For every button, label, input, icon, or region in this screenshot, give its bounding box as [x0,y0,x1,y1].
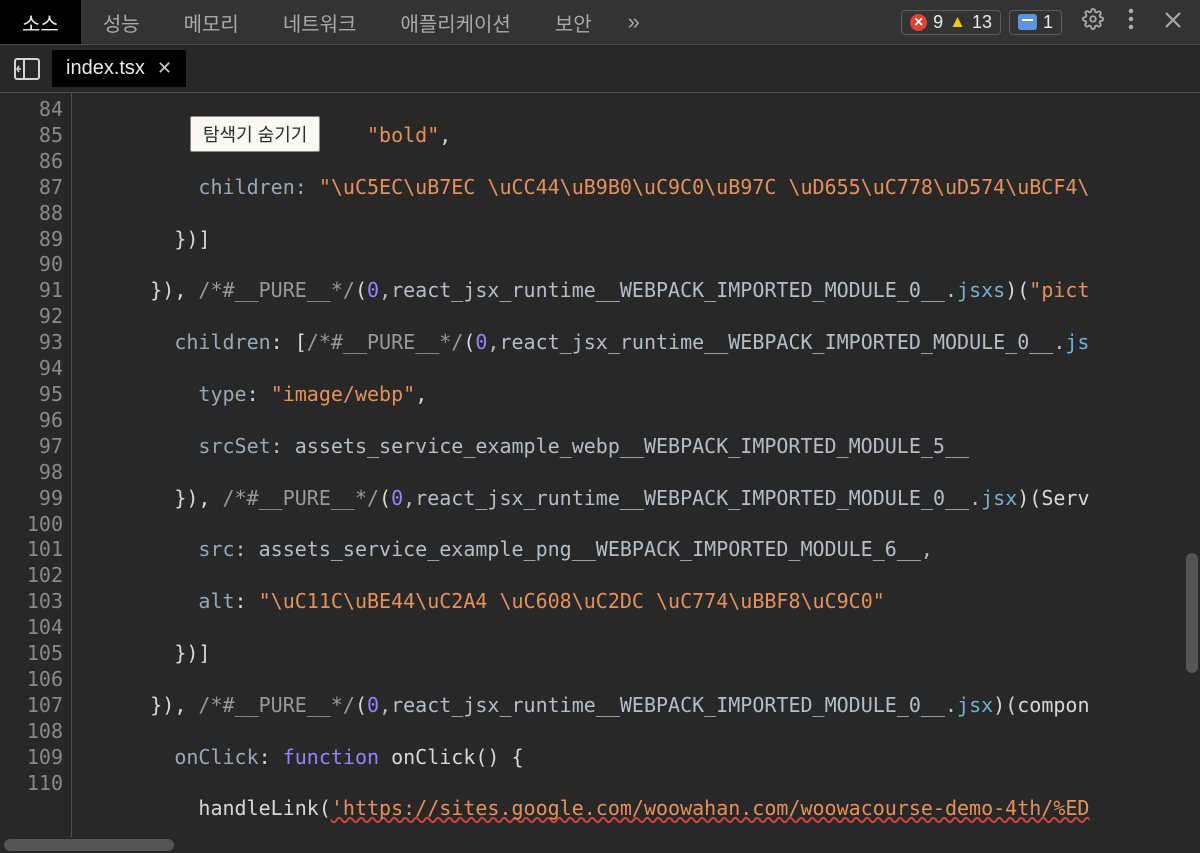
vertical-scrollbar-thumb[interactable] [1186,553,1198,673]
issues-count: 1 [1043,12,1053,33]
line-number-gutter: 848586 878889 909192 939495 969798 99100… [0,93,72,837]
tab-sources[interactable]: 소스 [0,0,81,44]
tab-network[interactable]: 네트워크 [261,0,379,44]
horizontal-scrollbar[interactable] [0,837,1200,853]
code-editor[interactable]: 848586 878889 909192 939495 969798 99100… [0,93,1200,837]
horizontal-scrollbar-thumb[interactable] [4,839,174,851]
console-counts[interactable]: ✕ 9 ▲ 13 [901,10,1001,35]
chat-icon [1018,14,1037,30]
tab-application[interactable]: 애플리케이션 [378,0,532,44]
code-content[interactable]: f "bold", children: "\uC5EC\uB7EC \uCC44… [72,93,1200,837]
tab-security[interactable]: 보안 [533,0,614,44]
tab-performance[interactable]: 성능 [81,0,162,44]
navigator-toggle-button[interactable] [6,58,52,80]
file-tab-label: index.tsx [66,57,145,80]
error-icon: ✕ [910,14,927,31]
warning-count: 13 [972,12,992,33]
settings-icon[interactable] [1070,8,1116,36]
vertical-scrollbar[interactable] [1184,93,1200,837]
file-tab-index[interactable]: index.tsx ✕ [52,50,186,87]
error-count: 9 [933,12,943,33]
warning-icon: ▲ [949,12,966,32]
navigator-toggle-tooltip: 탐색기 숨기기 [190,116,320,152]
more-tabs-button[interactable]: » [614,9,654,35]
close-devtools-button[interactable] [1146,9,1200,35]
close-file-tab-button[interactable]: ✕ [157,58,172,79]
tab-memory[interactable]: 메모리 [162,0,261,44]
file-tab-bar: index.tsx ✕ [0,45,1200,93]
devtools-tab-bar: 소스 성능 메모리 네트워크 애플리케이션 보안 » ✕ 9 ▲ 13 1 [0,0,1200,45]
issues-button[interactable]: 1 [1009,10,1062,35]
kebab-menu-icon[interactable] [1116,8,1146,36]
